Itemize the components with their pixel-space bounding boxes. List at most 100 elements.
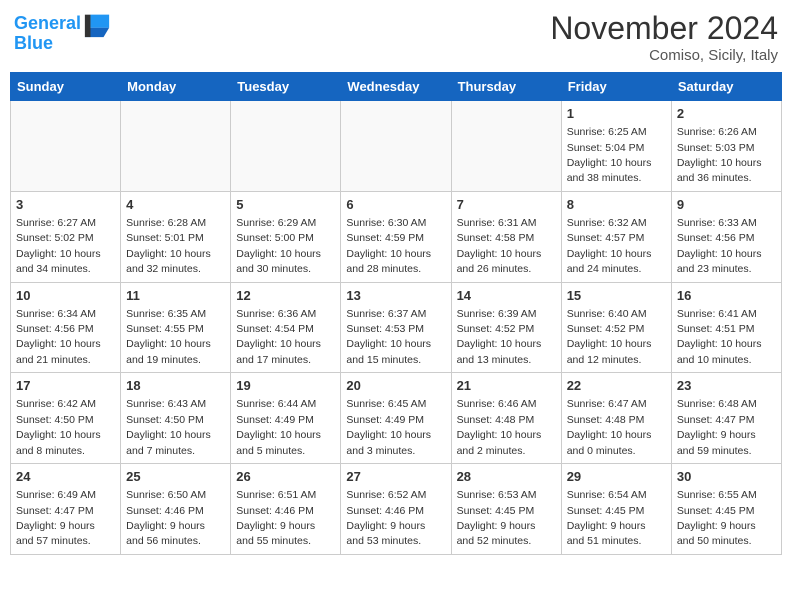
calendar-day-cell: 2 Sunrise: 6:26 AM Sunset: 5:03 PM Daylig… xyxy=(671,101,781,192)
day-number: 3 xyxy=(16,196,115,214)
calendar-day-cell: 17 Sunrise: 6:42 AM Sunset: 4:50 PM Dayli… xyxy=(11,373,121,464)
calendar-week-2: 3 Sunrise: 6:27 AM Sunset: 5:02 PM Daylig… xyxy=(11,191,782,282)
day-number: 16 xyxy=(677,287,776,305)
day-number: 2 xyxy=(677,105,776,123)
location-text: Comiso, Sicily, Italy xyxy=(550,47,778,64)
day-number: 17 xyxy=(16,377,115,395)
weekday-header-sunday: Sunday xyxy=(11,73,121,101)
calendar-day-cell: 30 Sunrise: 6:55 AM Sunset: 4:45 PM Dayli… xyxy=(671,464,781,555)
day-info: Sunrise: 6:53 AM Sunset: 4:45 PM Dayligh… xyxy=(457,489,537,547)
title-block: November 2024 Comiso, Sicily, Italy xyxy=(550,10,778,64)
day-info: Sunrise: 6:39 AM Sunset: 4:52 PM Dayligh… xyxy=(457,308,542,366)
calendar-day-cell: 20 Sunrise: 6:45 AM Sunset: 4:49 PM Dayli… xyxy=(341,373,451,464)
calendar-day-cell: 19 Sunrise: 6:44 AM Sunset: 4:49 PM Dayli… xyxy=(231,373,341,464)
day-info: Sunrise: 6:48 AM Sunset: 4:47 PM Dayligh… xyxy=(677,398,757,456)
day-number: 27 xyxy=(346,468,445,486)
day-number: 12 xyxy=(236,287,335,305)
calendar-week-5: 24Sunrise: 6:49 AM Sunset: 4:47 PM Dayli… xyxy=(11,464,782,555)
day-number: 19 xyxy=(236,377,335,395)
day-info: Sunrise: 6:35 AM Sunset: 4:55 PM Dayligh… xyxy=(126,308,211,366)
day-info: Sunrise: 6:55 AM Sunset: 4:45 PM Dayligh… xyxy=(677,489,757,547)
calendar-day-cell: 4 Sunrise: 6:28 AM Sunset: 5:01 PM Daylig… xyxy=(121,191,231,282)
page-header: General Blue November 2024 Comiso, Sicil… xyxy=(10,10,782,64)
day-info: Sunrise: 6:52 AM Sunset: 4:46 PM Dayligh… xyxy=(346,489,426,547)
calendar-day-cell xyxy=(231,101,341,192)
calendar-day-cell: 28 Sunrise: 6:53 AM Sunset: 4:45 PM Dayli… xyxy=(451,464,561,555)
day-info: Sunrise: 6:33 AM Sunset: 4:56 PM Dayligh… xyxy=(677,217,762,275)
calendar-week-4: 17 Sunrise: 6:42 AM Sunset: 4:50 PM Dayli… xyxy=(11,373,782,464)
month-title: November 2024 xyxy=(550,10,778,47)
calendar-day-cell xyxy=(451,101,561,192)
day-number: 30 xyxy=(677,468,776,486)
day-info: Sunrise: 6:46 AM Sunset: 4:48 PM Dayligh… xyxy=(457,398,542,456)
day-info: Sunrise: 6:42 AM Sunset: 4:50 PM Dayligh… xyxy=(16,398,101,456)
weekday-header-monday: Monday xyxy=(121,73,231,101)
day-info: Sunrise: 6:25 AM Sunset: 5:04 PM Dayligh… xyxy=(567,126,652,184)
day-number: 9 xyxy=(677,196,776,214)
day-number: 6 xyxy=(346,196,445,214)
calendar-day-cell: 5Sunrise: 6:29 AM Sunset: 5:00 PM Daylig… xyxy=(231,191,341,282)
calendar-day-cell: 16 Sunrise: 6:41 AM Sunset: 4:51 PM Dayli… xyxy=(671,282,781,373)
weekday-header-tuesday: Tuesday xyxy=(231,73,341,101)
day-info: Sunrise: 6:54 AM Sunset: 4:45 PM Dayligh… xyxy=(567,489,647,547)
day-info: Sunrise: 6:29 AM Sunset: 5:00 PM Dayligh… xyxy=(236,217,321,275)
day-info: Sunrise: 6:36 AM Sunset: 4:54 PM Dayligh… xyxy=(236,308,321,366)
calendar-day-cell xyxy=(11,101,121,192)
day-number: 13 xyxy=(346,287,445,305)
calendar-day-cell xyxy=(121,101,231,192)
day-number: 28 xyxy=(457,468,556,486)
calendar-day-cell: 29 Sunrise: 6:54 AM Sunset: 4:45 PM Dayli… xyxy=(561,464,671,555)
weekday-header-saturday: Saturday xyxy=(671,73,781,101)
day-info: Sunrise: 6:28 AM Sunset: 5:01 PM Dayligh… xyxy=(126,217,211,275)
day-number: 24 xyxy=(16,468,115,486)
calendar-day-cell xyxy=(341,101,451,192)
day-info: Sunrise: 6:41 AM Sunset: 4:51 PM Dayligh… xyxy=(677,308,762,366)
calendar-day-cell: 23 Sunrise: 6:48 AM Sunset: 4:47 PM Dayli… xyxy=(671,373,781,464)
day-number: 4 xyxy=(126,196,225,214)
calendar-day-cell: 27 Sunrise: 6:52 AM Sunset: 4:46 PM Dayli… xyxy=(341,464,451,555)
weekday-header-friday: Friday xyxy=(561,73,671,101)
logo-icon xyxy=(83,10,111,38)
day-info: Sunrise: 6:37 AM Sunset: 4:53 PM Dayligh… xyxy=(346,308,431,366)
day-number: 20 xyxy=(346,377,445,395)
day-info: Sunrise: 6:27 AM Sunset: 5:02 PM Dayligh… xyxy=(16,217,101,275)
day-number: 29 xyxy=(567,468,666,486)
calendar-day-cell: 1 Sunrise: 6:25 AM Sunset: 5:04 PM Daylig… xyxy=(561,101,671,192)
calendar-day-cell: 18 Sunrise: 6:43 AM Sunset: 4:50 PM Dayli… xyxy=(121,373,231,464)
calendar-week-1: 1 Sunrise: 6:25 AM Sunset: 5:04 PM Daylig… xyxy=(11,101,782,192)
calendar-day-cell: 12 Sunrise: 6:36 AM Sunset: 4:54 PM Dayli… xyxy=(231,282,341,373)
calendar-day-cell: 8Sunrise: 6:32 AM Sunset: 4:57 PM Daylig… xyxy=(561,191,671,282)
day-info: Sunrise: 6:45 AM Sunset: 4:49 PM Dayligh… xyxy=(346,398,431,456)
calendar-day-cell: 14 Sunrise: 6:39 AM Sunset: 4:52 PM Dayli… xyxy=(451,282,561,373)
day-info: Sunrise: 6:44 AM Sunset: 4:49 PM Dayligh… xyxy=(236,398,321,456)
calendar-day-cell: 3 Sunrise: 6:27 AM Sunset: 5:02 PM Daylig… xyxy=(11,191,121,282)
day-number: 15 xyxy=(567,287,666,305)
weekday-header-row: SundayMondayTuesdayWednesdayThursdayFrid… xyxy=(11,73,782,101)
day-number: 14 xyxy=(457,287,556,305)
day-info: Sunrise: 6:30 AM Sunset: 4:59 PM Dayligh… xyxy=(346,217,431,275)
day-info: Sunrise: 6:31 AM Sunset: 4:58 PM Dayligh… xyxy=(457,217,542,275)
calendar-day-cell: 7Sunrise: 6:31 AM Sunset: 4:58 PM Daylig… xyxy=(451,191,561,282)
calendar-day-cell: 13 Sunrise: 6:37 AM Sunset: 4:53 PM Dayli… xyxy=(341,282,451,373)
logo-text: General xyxy=(14,14,81,34)
day-number: 26 xyxy=(236,468,335,486)
day-number: 8 xyxy=(567,196,666,214)
day-info: Sunrise: 6:40 AM Sunset: 4:52 PM Dayligh… xyxy=(567,308,652,366)
logo: General Blue xyxy=(14,10,111,54)
day-number: 1 xyxy=(567,105,666,123)
calendar-day-cell: 25Sunrise: 6:50 AM Sunset: 4:46 PM Dayli… xyxy=(121,464,231,555)
day-number: 23 xyxy=(677,377,776,395)
calendar-table: SundayMondayTuesdayWednesdayThursdayFrid… xyxy=(10,72,782,555)
day-number: 21 xyxy=(457,377,556,395)
calendar-day-cell: 15 Sunrise: 6:40 AM Sunset: 4:52 PM Dayli… xyxy=(561,282,671,373)
day-number: 18 xyxy=(126,377,225,395)
calendar-day-cell: 11Sunrise: 6:35 AM Sunset: 4:55 PM Dayli… xyxy=(121,282,231,373)
day-info: Sunrise: 6:26 AM Sunset: 5:03 PM Dayligh… xyxy=(677,126,762,184)
day-info: Sunrise: 6:34 AM Sunset: 4:56 PM Dayligh… xyxy=(16,308,101,366)
day-info: Sunrise: 6:50 AM Sunset: 4:46 PM Dayligh… xyxy=(126,489,206,547)
day-number: 10 xyxy=(16,287,115,305)
weekday-header-thursday: Thursday xyxy=(451,73,561,101)
day-info: Sunrise: 6:47 AM Sunset: 4:48 PM Dayligh… xyxy=(567,398,652,456)
day-info: Sunrise: 6:43 AM Sunset: 4:50 PM Dayligh… xyxy=(126,398,211,456)
calendar-day-cell: 6 Sunrise: 6:30 AM Sunset: 4:59 PM Daylig… xyxy=(341,191,451,282)
